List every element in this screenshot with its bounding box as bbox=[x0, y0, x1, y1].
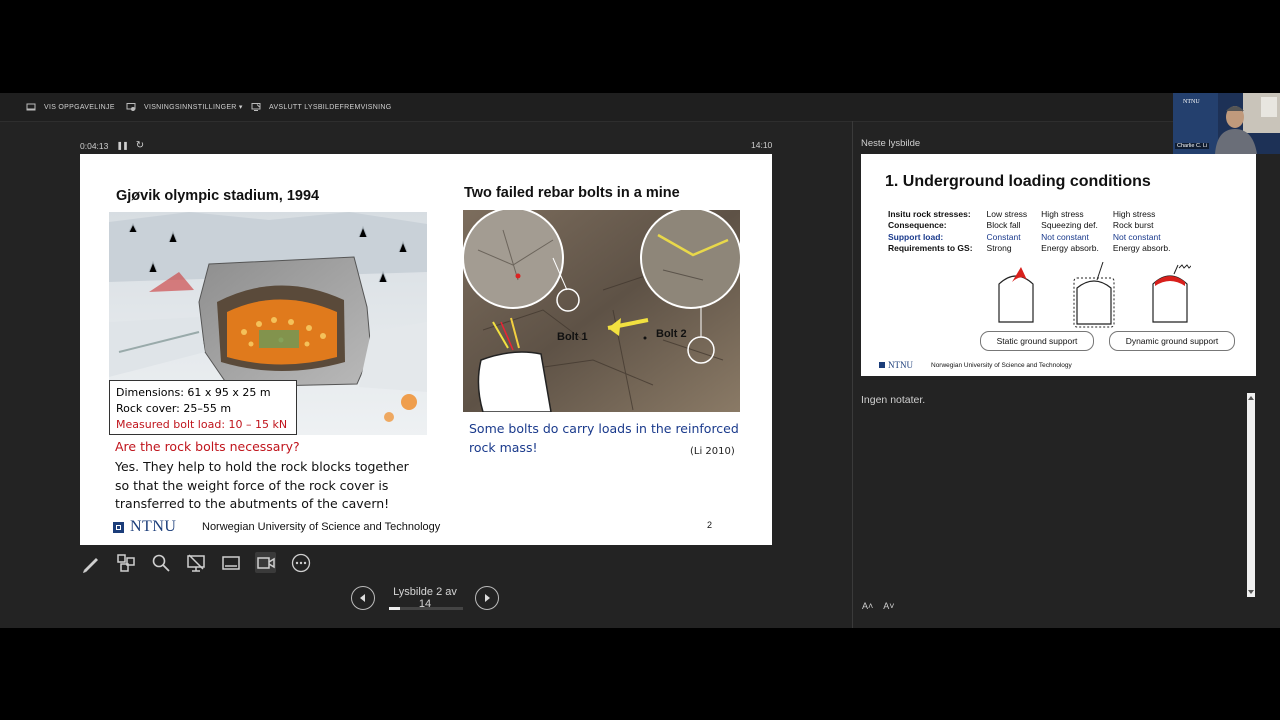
next-ntnu-logo-square bbox=[879, 362, 885, 368]
end-slideshow-label: AVSLUTT LYSBILDEFREMVISNING bbox=[269, 103, 392, 111]
subtitles-button[interactable] bbox=[220, 552, 241, 573]
end-slideshow-button[interactable]: AVSLUTT LYSBILDEFREMVISNING bbox=[251, 93, 391, 121]
row-label: Consequence: bbox=[888, 220, 947, 231]
display-settings-button[interactable]: VISNINGSINNSTILLINGER ▾ bbox=[126, 93, 243, 121]
notes-scrollbar[interactable] bbox=[1247, 393, 1255, 597]
failed-rebar-bolts-photo bbox=[463, 210, 740, 412]
table-row: Consequence: Block fall Squeezing def. R… bbox=[888, 220, 1184, 232]
next-ntnu-logo: NTNU bbox=[879, 360, 913, 370]
pen-tool-button[interactable] bbox=[80, 552, 101, 573]
video-badge: NTNU bbox=[1183, 99, 1200, 105]
scroll-down-icon[interactable] bbox=[1247, 589, 1255, 595]
bolt1-label: Bolt 1 bbox=[557, 331, 588, 343]
presenter-view: VIS OPPGAVELINJE VISNINGSINNSTILLINGER ▾… bbox=[0, 93, 1280, 628]
presenter-toolbar: VIS OPPGAVELINJE VISNINGSINNSTILLINGER ▾… bbox=[0, 93, 1280, 122]
end-slideshow-icon bbox=[251, 103, 261, 111]
question-text: Are the rock bolts necessary? bbox=[115, 439, 300, 454]
university-name: Norwegian University of Science and Tech… bbox=[202, 521, 441, 533]
slide-progress-bar bbox=[389, 607, 463, 610]
black-screen-button[interactable] bbox=[185, 552, 206, 573]
subtitles-icon bbox=[221, 555, 240, 570]
answer-text: Yes. They help to hold the rock blocks t… bbox=[115, 459, 409, 511]
magnifier-icon bbox=[152, 554, 170, 572]
row-label: Requirements to GS: bbox=[888, 243, 973, 254]
next-ntnu-logo-text: NTNU bbox=[888, 360, 913, 370]
static-support-pill: Static ground support bbox=[980, 331, 1094, 351]
bolt2-label: Bolt 2 bbox=[656, 328, 687, 340]
zoom-button[interactable] bbox=[150, 552, 171, 573]
presenter-video-feed[interactable]: NTNU Charlie C. Li bbox=[1173, 93, 1280, 154]
table-row: Support load: Constant Not constant Not … bbox=[888, 231, 1184, 243]
table-cell: Energy absorb. bbox=[1112, 243, 1171, 254]
next-arrow-icon bbox=[485, 594, 490, 602]
presenter-name: Charlie C. Li bbox=[1175, 143, 1210, 149]
table-cell: Squeezing def. bbox=[1041, 220, 1098, 231]
next-slide-header: Neste lysbilde bbox=[861, 138, 921, 149]
right-slide-title: Two failed rebar bolts in a mine bbox=[464, 185, 680, 201]
next-university-name: Norwegian University of Science and Tech… bbox=[931, 362, 1072, 369]
notes-font-controls: A˄ A˅ bbox=[862, 601, 895, 611]
pane-divider[interactable] bbox=[852, 121, 853, 628]
table-row: Insitu rock stresses: Low stress High st… bbox=[888, 208, 1184, 220]
previous-arrow-icon bbox=[360, 594, 365, 602]
table-row: Requirements to GS: Strong Energy absorb… bbox=[888, 243, 1184, 255]
next-slide-preview[interactable]: 1. Underground loading conditions Insitu… bbox=[861, 154, 1256, 376]
dimensions-text: Dimensions: 61 x 95 x 25 m bbox=[116, 386, 271, 399]
show-taskbar-button[interactable]: VIS OPPGAVELINJE bbox=[26, 93, 115, 121]
current-time: 14:10 bbox=[751, 140, 773, 150]
citation: (Li 2010) bbox=[690, 446, 735, 457]
next-slide-title: 1. Underground loading conditions bbox=[885, 173, 1151, 190]
see-all-slides-button[interactable] bbox=[115, 552, 136, 573]
dynamic-support-pill: Dynamic ground support bbox=[1109, 331, 1235, 351]
rock-cover-text: Rock cover: 25–55 m bbox=[116, 402, 232, 415]
table-cell: Not constant bbox=[1112, 231, 1161, 242]
table-cell: Block fall bbox=[986, 220, 1021, 231]
slideshow-timer: 0:04:13 ❚❚ ↻ bbox=[80, 140, 144, 151]
restart-icon[interactable]: ↻ bbox=[136, 140, 144, 151]
speaker-notes[interactable]: Ingen notater. bbox=[861, 394, 925, 406]
slides-grid-icon bbox=[116, 553, 135, 572]
taskbar-icon bbox=[26, 103, 36, 111]
pause-icon[interactable]: ❚❚ bbox=[116, 141, 128, 150]
ntnu-logo: NTNU bbox=[113, 518, 176, 536]
ntnu-logo-text: NTNU bbox=[130, 518, 177, 535]
current-slide[interactable]: Gjøvik olympic stadium, 1994 Two failed … bbox=[80, 154, 772, 545]
scroll-up-icon[interactable] bbox=[1247, 395, 1255, 401]
slide-progress-fill bbox=[389, 607, 400, 610]
row-label: Support load: bbox=[888, 231, 944, 242]
display-settings-icon bbox=[126, 103, 136, 111]
left-slide-title: Gjøvik olympic stadium, 1994 bbox=[116, 188, 320, 204]
slide-page-number: 2 bbox=[707, 520, 713, 530]
next-slide-button[interactable] bbox=[475, 586, 499, 610]
increase-font-button[interactable]: A˄ bbox=[862, 601, 873, 611]
table-cell: High stress bbox=[1041, 208, 1084, 219]
table-cell: Rock burst bbox=[1112, 220, 1154, 231]
table-cell: Energy absorb. bbox=[1041, 243, 1099, 254]
bolt-load-text: Measured bolt load: 10 – 15 kN bbox=[116, 418, 288, 431]
show-taskbar-label: VIS OPPGAVELINJE bbox=[44, 103, 115, 111]
more-options-button[interactable] bbox=[290, 552, 311, 573]
row-label: Insitu rock stresses: bbox=[888, 208, 971, 219]
table-cell: Strong bbox=[986, 243, 1012, 254]
loading-conditions-table: Insitu rock stresses: Low stress High st… bbox=[888, 208, 1184, 254]
table-cell: Constant bbox=[986, 231, 1021, 242]
camera-icon bbox=[256, 556, 275, 569]
table-cell: High stress bbox=[1112, 208, 1156, 219]
table-cell: Not constant bbox=[1041, 231, 1089, 242]
ntnu-logo-square bbox=[113, 521, 124, 533]
more-options-icon bbox=[291, 553, 310, 572]
stadium-info-box: Dimensions: 61 x 95 x 25 m Rock cover: 2… bbox=[109, 380, 297, 435]
slide-tools bbox=[80, 552, 311, 573]
display-settings-label: VISNINGSINNSTILLINGER ▾ bbox=[144, 104, 243, 111]
black-screen-icon bbox=[186, 553, 205, 572]
camera-button[interactable] bbox=[255, 552, 276, 573]
previous-slide-button[interactable] bbox=[351, 586, 375, 610]
table-cell: Low stress bbox=[986, 208, 1028, 219]
pen-icon bbox=[82, 557, 98, 573]
tunnel-profiles-diagram bbox=[998, 262, 1191, 328]
elapsed-time: 0:04:13 bbox=[80, 140, 109, 151]
decrease-font-button[interactable]: A˅ bbox=[883, 601, 894, 611]
